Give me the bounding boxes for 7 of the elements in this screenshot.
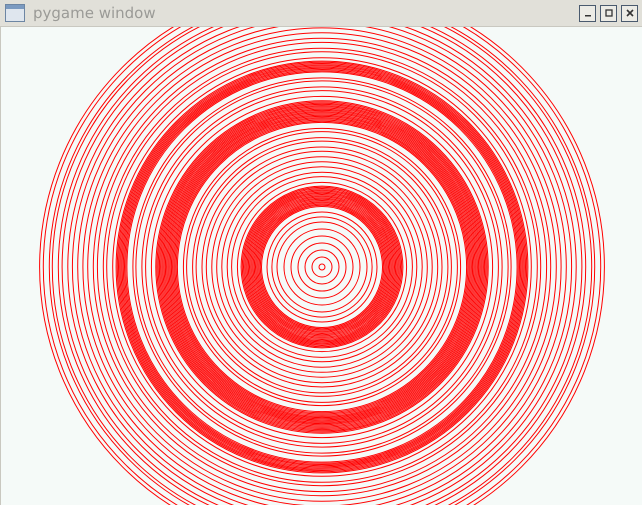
- minimize-button[interactable]: [579, 4, 596, 22]
- window-icon: [5, 3, 25, 23]
- maximize-icon: [604, 9, 612, 17]
- window-title: pygame window: [33, 4, 156, 22]
- close-button[interactable]: [621, 4, 638, 22]
- close-icon: [626, 9, 634, 17]
- maximize-button[interactable]: [600, 4, 617, 22]
